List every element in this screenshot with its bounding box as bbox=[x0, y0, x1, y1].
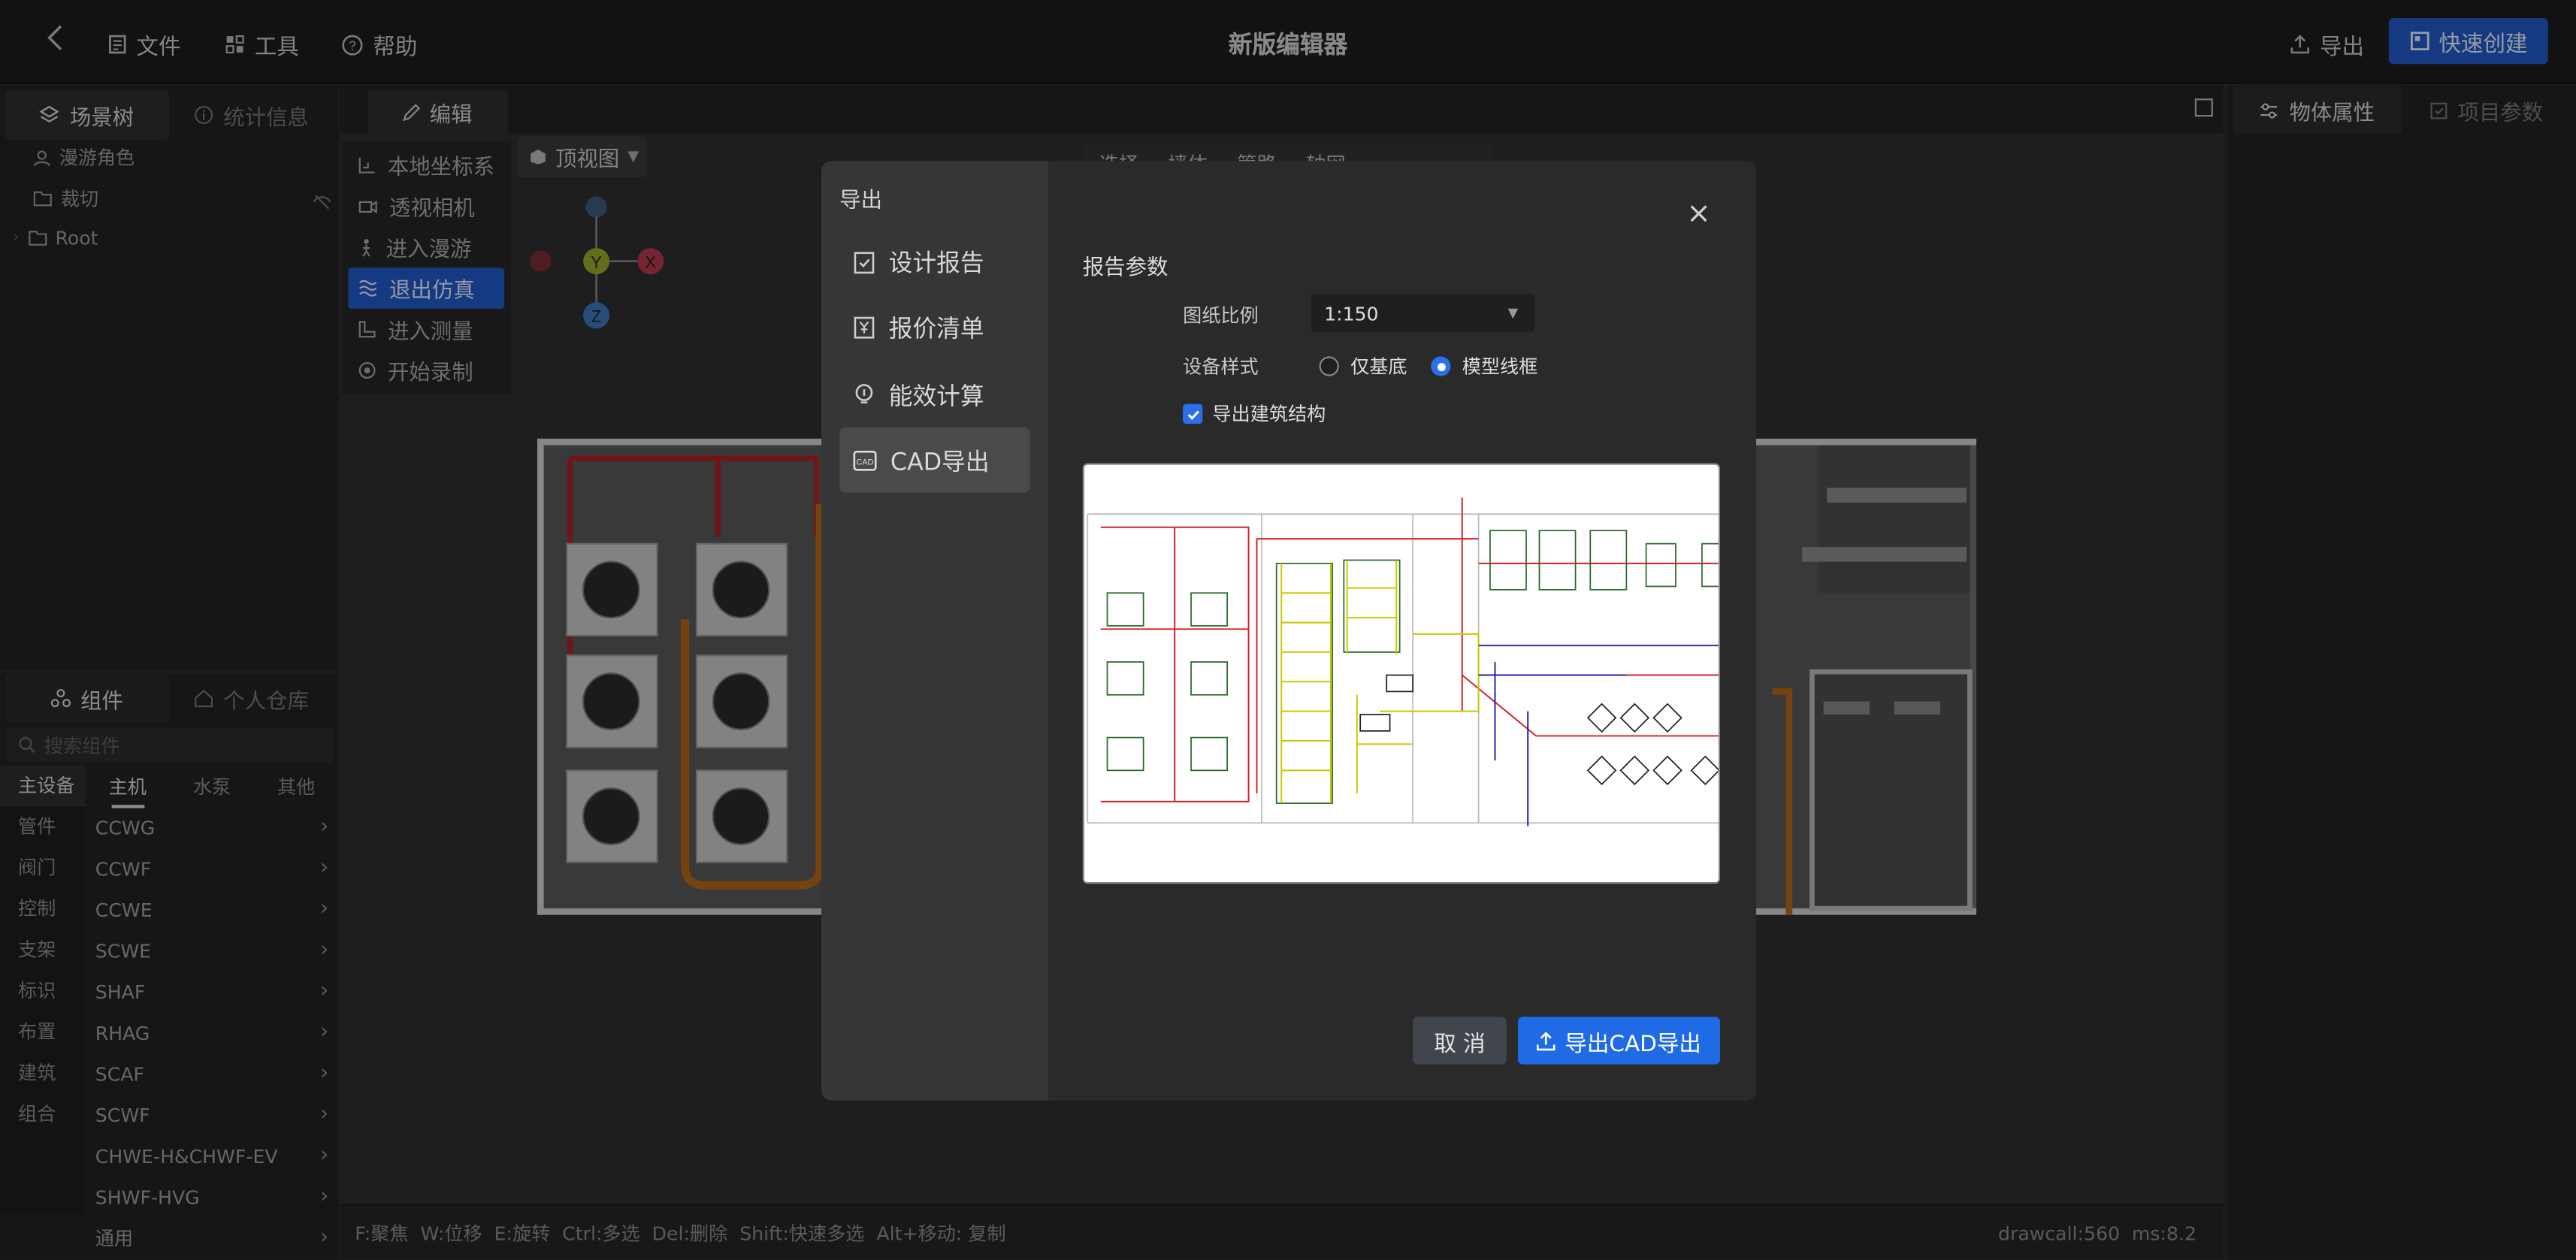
nav-label: 设计报告 bbox=[888, 250, 984, 277]
nav-quotation[interactable]: 报价清单 bbox=[839, 294, 1030, 359]
close-icon[interactable] bbox=[1686, 201, 1712, 227]
nav-label: CAD导出 bbox=[890, 449, 990, 476]
style-label: 设备样式 bbox=[1183, 355, 1259, 378]
bulb-icon bbox=[853, 382, 876, 406]
cancel-button[interactable]: 取 消 bbox=[1413, 1017, 1507, 1065]
radio-label: 仅基底 bbox=[1350, 355, 1407, 378]
nav-energy-calc[interactable]: 能效计算 bbox=[839, 361, 1030, 427]
radio-checked[interactable] bbox=[1431, 356, 1451, 376]
radio-label: 模型线框 bbox=[1462, 355, 1538, 378]
nav-label: 报价清单 bbox=[888, 316, 984, 343]
nav-design-report[interactable]: 设计报告 bbox=[839, 228, 1030, 294]
export-modal: 导出 设计报告 报价清单 能效计算 CAD CAD导出 报告参数 图纸比例 1:… bbox=[821, 161, 1757, 1101]
radio-unchecked[interactable] bbox=[1319, 356, 1339, 376]
report-icon bbox=[853, 249, 876, 273]
modal-title: 导出 bbox=[839, 189, 883, 214]
caret-down-icon: ▼ bbox=[1507, 305, 1519, 321]
cancel-label: 取 消 bbox=[1434, 1030, 1486, 1057]
nav-label: 能效计算 bbox=[888, 383, 984, 410]
radio-model-wireframe[interactable]: 模型线框 bbox=[1431, 353, 1537, 379]
section-title: 报告参数 bbox=[1082, 256, 1169, 281]
export-cad-label: 导出CAD导出 bbox=[1565, 1030, 1701, 1057]
nav-cad-export[interactable]: CAD CAD导出 bbox=[839, 427, 1030, 493]
cad-icon: CAD bbox=[853, 449, 878, 470]
checkbox-checked-icon[interactable] bbox=[1183, 403, 1203, 425]
scale-value: 1:150 bbox=[1324, 301, 1379, 325]
checkbox-label: 导出建筑结构 bbox=[1212, 402, 1326, 426]
price-icon bbox=[853, 315, 876, 340]
include-structure-checkbox[interactable]: 导出建筑结构 bbox=[1183, 400, 1326, 427]
export-nav: 导出 设计报告 报价清单 能效计算 CAD CAD导出 bbox=[821, 161, 1048, 1101]
scale-label: 图纸比例 bbox=[1183, 304, 1259, 328]
upload-icon bbox=[1537, 1031, 1556, 1050]
scale-select[interactable]: 1:150 ▼ bbox=[1311, 294, 1534, 332]
svg-text:CAD: CAD bbox=[857, 458, 874, 467]
cad-preview bbox=[1082, 463, 1720, 884]
radio-base-only[interactable]: 仅基底 bbox=[1319, 353, 1407, 379]
export-cad-button[interactable]: 导出CAD导出 bbox=[1518, 1017, 1720, 1065]
